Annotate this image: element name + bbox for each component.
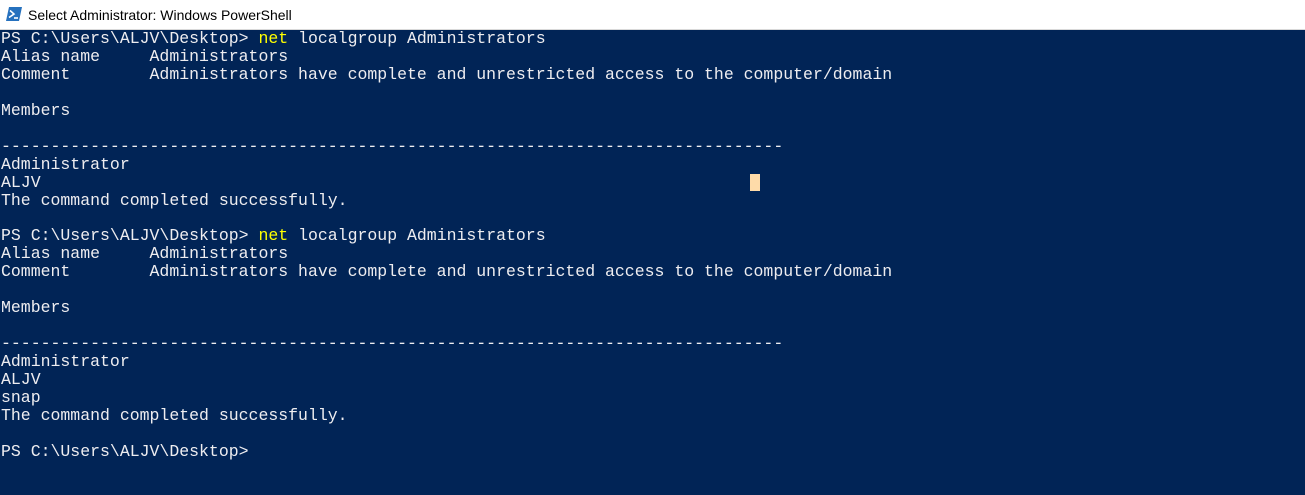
result-line: The command completed successfully. [1,191,348,210]
member-line: ALJV [1,173,41,192]
alias-line: Alias name Administrators [1,245,288,263]
title-bar[interactable]: Select Administrator: Windows PowerShell [0,0,1305,30]
members-header: Members [1,298,71,317]
comment-line: Comment Administrators have complete and… [1,66,892,84]
comment-value: Administrators have complete and unrestr… [149,65,893,84]
prompt-line: PS C:\Users\ALJV\Desktop> net localgroup… [1,30,546,48]
prompt-line: PS C:\Users\ALJV\Desktop> net localgroup… [1,227,546,245]
alias-label: Alias name [1,244,150,263]
powershell-window: Select Administrator: Windows PowerShell… [0,0,1305,495]
prompt-text: PS C:\Users\ALJV\Desktop> [1,30,259,48]
alias-line: Alias name Administrators [1,48,288,66]
alias-value: Administrators [149,244,289,263]
window-title: Select Administrator: Windows PowerShell [28,7,292,23]
separator-line: ----------------------------------------… [1,334,784,353]
final-prompt[interactable]: PS C:\Users\ALJV\Desktop> [1,443,249,461]
alias-label: Alias name [1,47,150,66]
result-line: The command completed successfully. [1,406,348,425]
command-keyword: net [258,226,289,245]
text-cursor [750,174,760,191]
comment-label: Comment [1,65,150,84]
member-line: snap [1,388,41,407]
powershell-icon [6,7,22,21]
command-args: localgroup Administrators [288,226,546,245]
prompt-text: PS C:\Users\ALJV\Desktop> [1,226,259,245]
command-keyword: net [258,30,289,48]
member-line: ALJV [1,370,41,389]
comment-value: Administrators have complete and unrestr… [149,262,893,281]
member-line: Administrator [1,155,130,174]
members-header: Members [1,101,71,120]
alias-value: Administrators [149,47,289,66]
member-line: Administrator [1,352,130,371]
console-output[interactable]: PS C:\Users\ALJV\Desktop> net localgroup… [0,30,1305,495]
command-args: localgroup Administrators [288,30,546,48]
comment-line: Comment Administrators have complete and… [1,263,892,281]
separator-line: ----------------------------------------… [1,137,784,156]
comment-label: Comment [1,262,150,281]
